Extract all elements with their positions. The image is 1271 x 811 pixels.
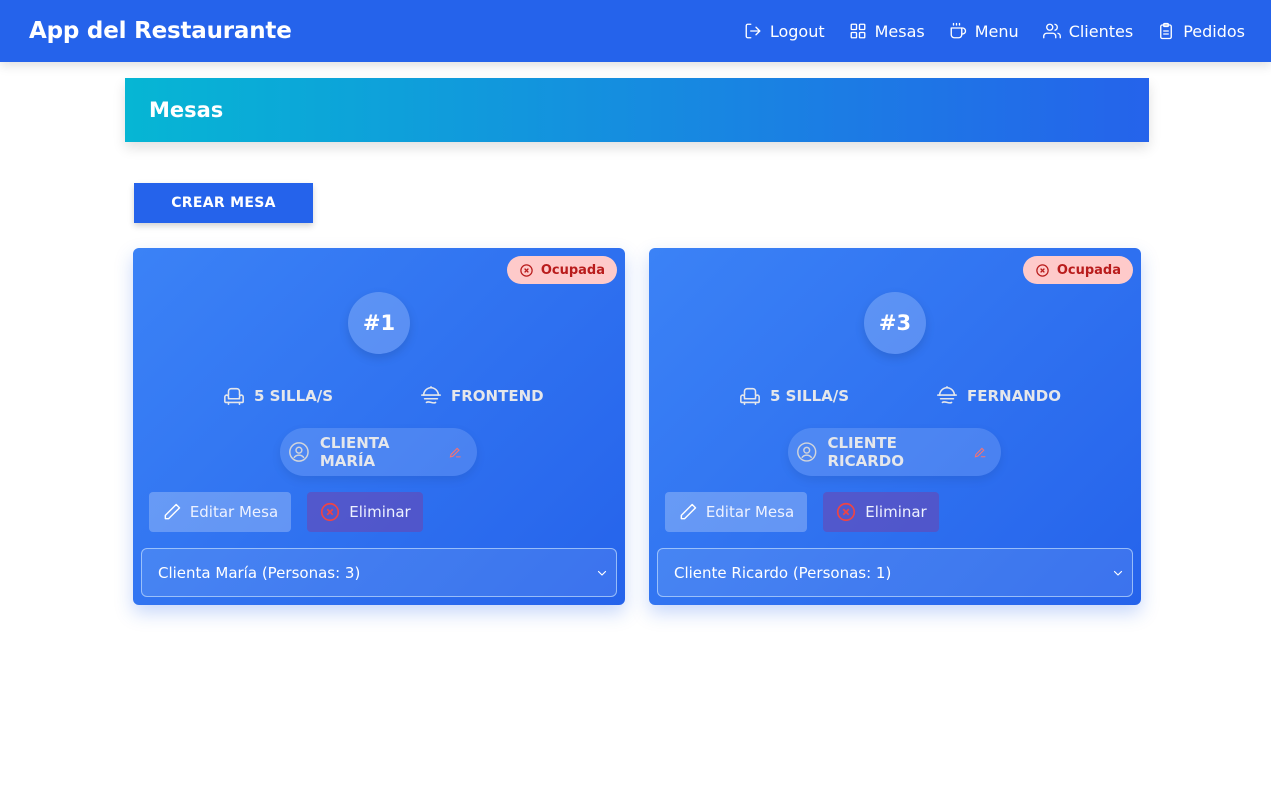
waiter-info: FERNANDO	[936, 385, 1061, 407]
seats-label: 5 SILLA/S	[770, 387, 850, 405]
delete-label: Eliminar	[349, 503, 411, 521]
waiter-icon	[937, 386, 957, 404]
waiter-icon	[421, 386, 441, 404]
table-card: Ocupada #1 5 SILLA/S FRONTEND CLIENTA MA…	[133, 248, 625, 605]
user-circle-icon	[797, 442, 817, 462]
status-label: Ocupada	[540, 262, 605, 278]
clipboard-icon	[1160, 22, 1173, 40]
edit-table-button[interactable]: Editar Mesa	[665, 492, 807, 532]
chevron-down-icon	[1113, 570, 1123, 576]
waiter-label: FERNANDO	[967, 387, 1061, 405]
edit-label: Editar Mesa	[705, 503, 795, 521]
x-circle-icon	[1036, 263, 1049, 277]
page-title: Mesas	[149, 98, 224, 122]
grid-icon	[850, 23, 866, 39]
client-name: CLIENTE RICARDO	[827, 434, 904, 470]
client-info: CLIENTA MARÍA	[280, 428, 477, 476]
nav-menu[interactable]: Menu	[949, 22, 1019, 41]
seats-info: 5 SILLA/S	[223, 385, 333, 407]
main-nav: Logout Mesas Menu Clientes Pedidos	[744, 22, 1245, 41]
client-select[interactable]: Cliente Ricardo (Personas: 1)	[657, 548, 1133, 597]
nav-logout[interactable]: Logout	[744, 22, 825, 41]
logout-icon	[745, 23, 761, 39]
edit-label: Editar Mesa	[189, 503, 279, 521]
user-edit-icon[interactable]	[448, 444, 463, 460]
armchair-icon	[224, 387, 244, 406]
coffee-icon	[950, 22, 966, 39]
edit-table-button[interactable]: Editar Mesa	[149, 492, 291, 532]
nav-logout-label: Logout	[769, 21, 825, 41]
nav-mesas-label: Mesas	[874, 21, 925, 41]
pencil-icon	[680, 503, 697, 520]
delete-table-button[interactable]: Eliminar	[307, 492, 423, 532]
nav-pedidos[interactable]: Pedidos	[1157, 22, 1245, 41]
waiter-info: FRONTEND	[420, 385, 544, 407]
x-circle-icon	[520, 263, 533, 277]
client-select-value: Clienta María (Personas: 3)	[158, 563, 361, 582]
armchair-icon	[740, 387, 760, 406]
client-select-value: Cliente Ricardo (Personas: 1)	[674, 563, 892, 582]
client-select[interactable]: Clienta María (Personas: 3)	[141, 548, 617, 597]
delete-table-button[interactable]: Eliminar	[823, 492, 939, 532]
seats-info: 5 SILLA/S	[739, 385, 849, 407]
create-table-button[interactable]: CREAR MESA	[134, 183, 313, 223]
client-name: CLIENTA MARÍA	[319, 434, 390, 470]
table-card: Ocupada #3 5 SILLA/S FERNANDO CLIENTE RI…	[649, 248, 1141, 605]
status-badge: Ocupada	[1022, 256, 1133, 284]
users-icon	[1042, 23, 1061, 39]
user-circle-icon	[289, 442, 309, 462]
pencil-icon	[164, 503, 181, 520]
waiter-label: FRONTEND	[451, 387, 544, 405]
nav-clientes[interactable]: Clientes	[1042, 21, 1134, 41]
nav-pedidos-label: Pedidos	[1183, 21, 1245, 41]
client-info: CLIENTE RICARDO	[788, 428, 1001, 476]
chevron-down-icon	[597, 570, 607, 576]
status-label: Ocupada	[1056, 262, 1121, 278]
table-number: #3	[864, 292, 926, 354]
x-circle-icon	[321, 502, 340, 522]
app-title: App del Restaurante	[29, 18, 292, 44]
nav-menu-label: Menu	[974, 21, 1019, 41]
delete-label: Eliminar	[865, 503, 927, 521]
user-edit-icon[interactable]	[973, 444, 987, 460]
status-badge: Ocupada	[506, 256, 617, 284]
x-circle-icon	[837, 502, 856, 522]
nav-mesas[interactable]: Mesas	[849, 22, 925, 41]
seats-label: 5 SILLA/S	[254, 387, 334, 405]
nav-clientes-label: Clientes	[1068, 21, 1134, 41]
page-header: Mesas	[125, 78, 1149, 142]
navbar: App del Restaurante Logout Mesas Menu Cl…	[0, 0, 1271, 62]
table-number: #1	[348, 292, 410, 354]
